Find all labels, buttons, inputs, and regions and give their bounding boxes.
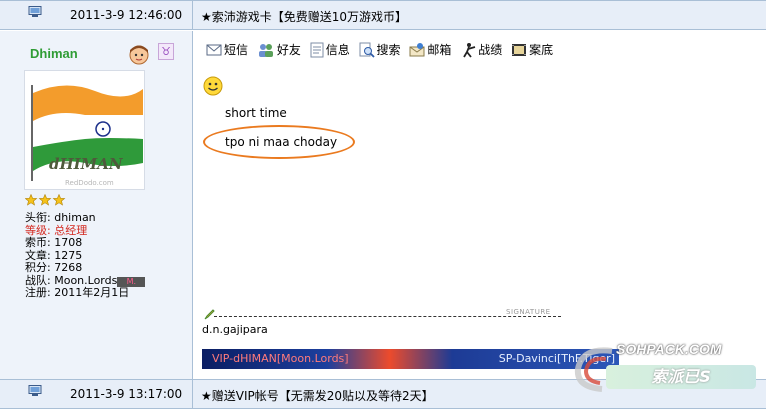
post-time: 2011-3-9 12:46:00	[70, 8, 183, 22]
watermark-top-text: SOHPACK.COM	[616, 341, 722, 357]
tool-message-button[interactable]: 短信	[206, 41, 248, 59]
smiley-icon	[203, 76, 223, 96]
post-header-left: 2011-3-9 12:46:00	[0, 1, 193, 29]
tool-history-button[interactable]: 案底	[511, 41, 553, 59]
user-face-icon	[129, 45, 149, 65]
tool-mail-button[interactable]: 邮箱	[409, 41, 451, 59]
computer-icon	[28, 6, 42, 17]
watermark-bottom-text: 索派已S	[606, 365, 756, 389]
pen-icon	[204, 309, 215, 320]
avatar[interactable]: dHIMAN RedDodo.com	[24, 70, 145, 190]
mail-icon	[409, 43, 425, 57]
shooter-icon	[463, 43, 476, 58]
team-link[interactable]: Moon.Lords	[54, 274, 117, 287]
post-header-bar: 2011-3-9 12:46:00 ★索沛游戏卡【免费赠送10万游戏币】	[0, 0, 766, 30]
stat-registered: 注册: 2011年2月1日	[25, 286, 130, 299]
user-stats: 头衔: dhiman 等级: 总经理 索币: 1708 文章: 1275 积分:…	[25, 211, 146, 300]
message-line-1: short time	[225, 106, 287, 120]
user-action-toolbar: 短信 好友 信息 搜索 邮箱 战绩 案底	[206, 41, 558, 63]
signature-divider	[214, 316, 561, 317]
post-time-2: 2011-3-9 13:17:00	[70, 387, 183, 401]
avatar-caption: dHIMAN	[49, 155, 123, 173]
info-icon	[310, 42, 324, 58]
site-watermark: SOHPACK.COM 索派已S	[572, 339, 766, 399]
tool-friend-button[interactable]: 好友	[257, 41, 301, 59]
computer-icon	[28, 385, 42, 396]
film-icon	[512, 44, 527, 56]
search-icon	[359, 42, 375, 58]
banner-left-text: VIP-dHIMAN[Moon.Lords]	[212, 352, 349, 365]
highlight-ellipse	[203, 125, 355, 159]
signature-name: d.n.gajipara	[202, 323, 268, 336]
avatar-watermark: RedDodo.com	[65, 179, 114, 187]
tool-record-button[interactable]: 战绩	[460, 41, 502, 59]
friends-icon	[258, 44, 273, 57]
post-content-panel: 短信 好友 信息 搜索 邮箱 战绩 案底 short time tpo ni m…	[194, 31, 766, 379]
team-badge: M.	[117, 276, 146, 287]
zodiac-taurus-icon: ♉	[158, 43, 174, 60]
post-header-left-2: 2011-3-9 13:17:00	[0, 380, 193, 408]
tool-info-button[interactable]: 信息	[310, 41, 350, 59]
star-icons	[24, 193, 66, 206]
signature-label: SIGNATURE	[504, 308, 553, 316]
tool-search-button[interactable]: 搜索	[359, 41, 401, 59]
promo-link[interactable]: ★索沛游戏卡【免费赠送10万游戏币】	[201, 8, 407, 25]
rank-stars	[24, 193, 67, 206]
promo-link-2[interactable]: ★赠送VIP帐号【无需发20贴以及等待2天】	[201, 387, 434, 404]
user-profile-panel: Dhiman ♉ dHIMAN RedDodo.com 头衔: dhiman 等…	[0, 31, 193, 379]
signature-banner[interactable]: VIP-dHIMAN[Moon.Lords] SP-Davinci[ThF.Ti…	[202, 349, 619, 369]
envelope-icon	[206, 44, 222, 56]
username[interactable]: Dhiman	[30, 46, 78, 61]
